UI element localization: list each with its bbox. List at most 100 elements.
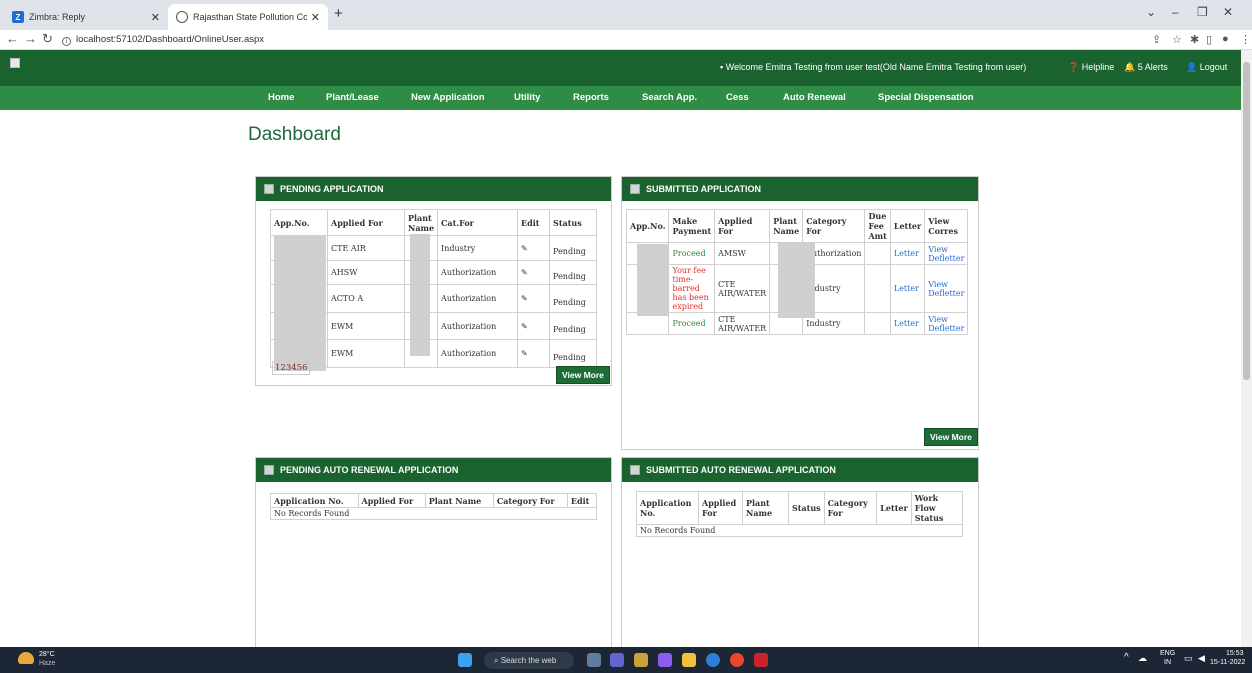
windows-taskbar	[0, 647, 1252, 673]
status-cell: Pending	[549, 284, 597, 313]
windows-start-icon[interactable]	[458, 653, 472, 667]
bell-icon: 🔔	[1124, 62, 1136, 72]
welcome-label: Welcome Emitra Testing from user test(Ol…	[725, 62, 1027, 72]
acrobat-icon[interactable]	[754, 653, 768, 667]
logout-link[interactable]: 👤 Logout	[1186, 62, 1227, 73]
cat-for-cell: Authorization	[437, 339, 519, 368]
col-app-no: App.No.	[625, 209, 670, 243]
back-icon[interactable]: ←	[6, 31, 19, 46]
scrollbar-thumb[interactable]	[1243, 62, 1250, 380]
edit-icon[interactable]: ✎	[517, 284, 551, 313]
letter-link[interactable]: Letter	[889, 242, 926, 265]
sidebar-icon[interactable]: ▯	[1206, 33, 1212, 46]
restore-icon[interactable]: ❐	[1197, 5, 1208, 19]
visual-studio-icon[interactable]	[658, 653, 672, 667]
edit-icon[interactable]: ✎	[517, 312, 551, 340]
view-defletter-link[interactable]: View Defletter	[924, 312, 969, 335]
menu-special-dispensation[interactable]: Special Dispensation	[878, 92, 974, 103]
network-icon[interactable]: ▭	[1184, 653, 1193, 664]
weather-desc: Haze	[39, 660, 56, 667]
forward-icon[interactable]: →	[24, 31, 37, 46]
col-status: Status	[549, 209, 597, 236]
close-window-icon[interactable]: ✕	[1223, 5, 1233, 19]
chevron-down-icon[interactable]: ⌄	[1146, 5, 1156, 19]
reload-icon[interactable]: ↻	[42, 31, 53, 47]
applied-for-cell: EWM	[327, 339, 405, 368]
globe-icon	[176, 11, 188, 23]
star-icon[interactable]: ☆	[1172, 33, 1182, 46]
volume-icon[interactable]: ◀	[1198, 653, 1205, 664]
pagination[interactable]: 123456	[272, 361, 311, 375]
panel-title: SUBMITTED AUTO RENEWAL APPLICATION	[646, 465, 836, 475]
view-more-button[interactable]: View More	[556, 366, 610, 384]
helpline-link[interactable]: ❓ Helpline	[1068, 62, 1114, 73]
close-icon[interactable]: ✕	[311, 11, 320, 24]
close-icon[interactable]: ✕	[151, 11, 160, 24]
region-label: IN	[1164, 659, 1171, 666]
browser-tab-zimbra[interactable]: Z Zimbra: Reply ✕	[4, 4, 168, 30]
tray-app-icon[interactable]: ☁	[1138, 653, 1147, 664]
new-tab-icon[interactable]: +	[334, 5, 343, 22]
proceed-link[interactable]: Proceed	[668, 312, 716, 335]
applied-for-cell: AHSW	[327, 260, 405, 285]
letter-link[interactable]: Letter	[889, 264, 926, 313]
chrome-icon[interactable]	[730, 653, 744, 667]
teams-icon[interactable]	[610, 653, 624, 667]
letter-link[interactable]: Letter	[889, 312, 926, 335]
taskbar-search[interactable]: ⌕ Search the web	[484, 652, 574, 669]
menu-utility[interactable]: Utility	[514, 92, 540, 103]
cat-for-cell: Authorization	[437, 284, 519, 313]
edit-icon[interactable]: ✎	[517, 339, 551, 368]
weather-icon[interactable]	[18, 652, 34, 664]
file-explorer-icon[interactable]	[682, 653, 696, 667]
minimize-icon[interactable]: –	[1172, 5, 1179, 19]
menu-plant-lease[interactable]: Plant/Lease	[326, 92, 379, 103]
menu-auto-renewal[interactable]: Auto Renewal	[783, 92, 846, 103]
share-icon[interactable]: ⇪	[1152, 33, 1161, 46]
more-icon[interactable]: ⋮	[1240, 33, 1251, 46]
panel-icon	[264, 465, 274, 475]
main-menu	[0, 86, 1252, 110]
col-letter: Letter	[889, 209, 926, 243]
menu-new-application[interactable]: New Application	[411, 92, 485, 103]
edit-icon[interactable]: ✎	[517, 260, 551, 285]
language-label[interactable]: ENG	[1160, 650, 1175, 657]
col-application-no: Application No.	[636, 491, 699, 525]
app-icon[interactable]	[634, 653, 648, 667]
menu-home[interactable]: Home	[268, 92, 294, 103]
tray-chevron-icon[interactable]: ^	[1124, 652, 1129, 663]
url-field[interactable]: i localhost:57102/Dashboard/OnlineUser.as…	[62, 34, 264, 46]
profile-icon[interactable]: ●	[1222, 33, 1229, 45]
tab-title: Rajasthan State Pollution Control	[193, 12, 307, 22]
col-plant-name: Plant Name	[403, 209, 439, 236]
panel-title: PENDING APPLICATION	[280, 184, 384, 194]
col-letter: Letter	[876, 491, 912, 525]
browser-tab-rspcb[interactable]: Rajasthan State Pollution Control ✕	[168, 4, 328, 30]
alerts-link[interactable]: 🔔 5 Alerts	[1124, 62, 1168, 73]
menu-search-app[interactable]: Search App.	[642, 92, 697, 103]
zimbra-icon: Z	[12, 11, 24, 23]
panel-header: SUBMITTED APPLICATION	[622, 177, 978, 201]
user-icon: 👤	[1186, 62, 1198, 72]
col-due-fee-amt: Due Fee Amt	[864, 209, 891, 243]
tab-title: Zimbra: Reply	[29, 12, 86, 22]
col-cat-for: Cat.For	[437, 209, 519, 236]
proceed-link[interactable]: Proceed	[668, 242, 716, 265]
col-plant-name: Plant Name	[769, 209, 804, 243]
panel-header: PENDING AUTO RENEWAL APPLICATION	[256, 458, 611, 482]
no-records-text: No Records Found	[636, 524, 963, 537]
helpline-label: Helpline	[1081, 62, 1115, 72]
menu-cess[interactable]: Cess	[726, 92, 749, 103]
task-view-icon[interactable]	[587, 653, 601, 667]
edge-icon[interactable]	[706, 653, 720, 667]
pending-auto-renewal-table: Application No. Applied For Plant Name C…	[270, 493, 598, 520]
edit-icon[interactable]: ✎	[517, 235, 551, 261]
panel-icon	[264, 184, 274, 194]
extensions-icon[interactable]: ✱	[1190, 33, 1199, 46]
view-defletter-link[interactable]: View Defletter	[924, 264, 969, 313]
menu-reports[interactable]: Reports	[573, 92, 609, 103]
view-defletter-link[interactable]: View Defletter	[924, 242, 969, 265]
submitted-auto-renewal-panel: SUBMITTED AUTO RENEWAL APPLICATION	[621, 457, 979, 657]
view-more-button[interactable]: View More	[924, 428, 978, 446]
clock-time[interactable]: 15:53	[1226, 650, 1244, 657]
